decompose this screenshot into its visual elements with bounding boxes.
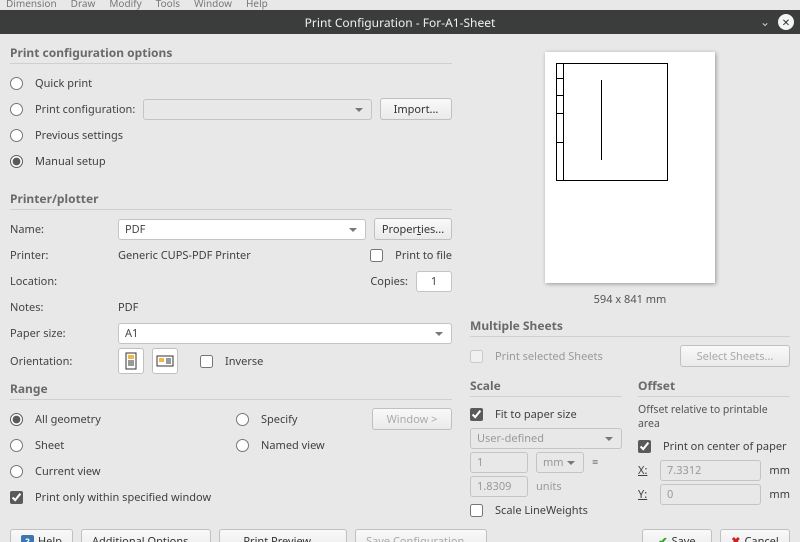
dialog-title: Print Configuration - For-A1-Sheet xyxy=(305,14,496,31)
equals-label: = xyxy=(592,455,598,470)
radio-specify[interactable] xyxy=(236,413,249,426)
print-preview-pane xyxy=(470,40,790,288)
label-offset-y: Y: xyxy=(638,487,647,502)
label-paper-size: Paper size: xyxy=(10,326,110,341)
label-print-selected-sheets: Print selected Sheets xyxy=(495,349,672,364)
radio-quick-print[interactable] xyxy=(10,77,23,90)
radio-manual-setup[interactable] xyxy=(10,155,23,168)
label-print-on-center: Print on center of paper xyxy=(663,439,787,454)
heading-offset: Offset xyxy=(638,377,790,397)
label-all-geometry: All geometry xyxy=(35,412,101,427)
combo-paper-size[interactable]: A1 xyxy=(118,323,452,344)
minimize-button[interactable]: ⌄ xyxy=(760,13,770,30)
x-icon: ✖ xyxy=(731,534,740,542)
radio-sheet[interactable] xyxy=(10,439,23,452)
portrait-icon xyxy=(122,352,140,370)
label-offset-x: X: xyxy=(638,463,647,478)
heading-config-options: Print configuration options xyxy=(10,44,452,64)
cancel-button[interactable]: ✖ Cancel xyxy=(720,529,790,542)
offset-note: Offset relative to printable area xyxy=(638,403,790,431)
check-print-only-window[interactable] xyxy=(10,491,23,504)
print-configuration-dialog: Print configuration options Quick print … xyxy=(0,34,800,542)
radio-print-configuration[interactable] xyxy=(10,103,23,116)
help-button[interactable]: ? Help xyxy=(10,529,73,542)
orientation-portrait-button[interactable] xyxy=(118,348,144,374)
combo-scale-unit[interactable]: mm xyxy=(536,452,584,473)
label-printer-name: Name: xyxy=(10,222,110,237)
heading-multiple-sheets: Multiple Sheets xyxy=(470,317,790,337)
label-sheet: Sheet xyxy=(35,438,64,453)
save-button[interactable]: ✔ Save xyxy=(642,529,712,542)
label-notes: Notes: xyxy=(10,300,110,315)
input-offset-x[interactable]: 7.3312 xyxy=(660,460,761,481)
label-fit-to-paper: Fit to paper size xyxy=(495,407,577,422)
check-print-selected-sheets xyxy=(470,350,483,363)
value-notes: PDF xyxy=(118,300,138,315)
label-print-only-window: Print only within specified window xyxy=(35,490,211,505)
orientation-landscape-button[interactable] xyxy=(152,348,178,374)
units-label: units xyxy=(536,479,562,494)
check-print-to-file[interactable] xyxy=(370,249,383,262)
label-orientation: Orientation: xyxy=(10,354,110,369)
preview-caption: 594 x 841 mm xyxy=(470,292,790,307)
label-printer: Printer: xyxy=(10,248,110,263)
check-icon: ✔ xyxy=(658,534,667,542)
combo-print-configuration[interactable] xyxy=(143,99,372,120)
label-print-to-file: Print to file xyxy=(395,248,452,263)
label-mm-y: mm xyxy=(769,487,790,502)
label-quick-print: Quick print xyxy=(35,76,92,91)
radio-previous-settings[interactable] xyxy=(10,129,23,142)
check-scale-lineweights[interactable] xyxy=(470,504,483,517)
landscape-icon xyxy=(156,352,174,370)
dialog-buttonbar: ? Help Additional Options ... Print Prev… xyxy=(10,525,790,542)
window-controls: ⌄ ✕ xyxy=(760,13,794,30)
properties-button[interactable]: Properties... xyxy=(374,218,452,240)
label-manual-setup: Manual setup xyxy=(35,154,106,169)
label-current-view: Current view xyxy=(35,464,101,479)
combo-printer-name[interactable]: PDF xyxy=(118,219,366,240)
heading-range: Range xyxy=(10,380,452,400)
radio-all-geometry[interactable] xyxy=(10,413,23,426)
scale-value-2[interactable]: 1.8309 xyxy=(470,476,528,497)
help-icon: ? xyxy=(21,535,34,542)
window-button[interactable]: Window > xyxy=(372,408,452,430)
select-sheets-button[interactable]: Select Sheets... xyxy=(680,345,790,367)
additional-options-button[interactable]: Additional Options ... xyxy=(81,529,211,542)
radio-named-view[interactable] xyxy=(236,439,249,452)
print-preview-button[interactable]: Print Preview ... xyxy=(219,529,347,542)
import-button[interactable]: Import... xyxy=(380,98,452,120)
spin-copies[interactable]: 1 xyxy=(416,271,452,292)
label-mm-x: mm xyxy=(769,463,790,478)
label-location: Location: xyxy=(10,274,110,289)
dialog-titlebar: Print Configuration - For-A1-Sheet ⌄ ✕ xyxy=(0,10,800,34)
label-specify: Specify xyxy=(261,412,364,427)
check-fit-to-paper[interactable] xyxy=(470,408,483,421)
label-inverse: Inverse xyxy=(225,354,263,369)
heading-scale: Scale xyxy=(470,377,622,397)
paper-preview xyxy=(545,52,715,283)
label-copies: Copies: xyxy=(370,274,408,289)
value-printer: Generic CUPS-PDF Printer xyxy=(118,248,362,263)
combo-user-defined-scale[interactable]: User-defined xyxy=(470,428,622,449)
label-previous-settings: Previous settings xyxy=(35,128,123,143)
label-print-configuration: Print configuration: xyxy=(35,102,135,117)
save-configuration-button[interactable]: Save Configuration ... xyxy=(355,529,487,542)
input-offset-y[interactable]: 0 xyxy=(660,484,761,505)
radio-current-view[interactable] xyxy=(10,465,23,478)
heading-printer-plotter: Printer/plotter xyxy=(10,190,452,210)
check-print-on-center[interactable] xyxy=(638,440,651,453)
app-menubar: Dimension Draw Modify Tools Window Help xyxy=(0,0,800,10)
close-button[interactable]: ✕ xyxy=(778,14,794,30)
label-named-view: Named view xyxy=(261,438,325,453)
scale-value-1[interactable]: 1 xyxy=(470,452,528,473)
label-scale-lineweights: Scale LineWeights xyxy=(495,503,588,518)
check-inverse[interactable] xyxy=(200,355,213,368)
